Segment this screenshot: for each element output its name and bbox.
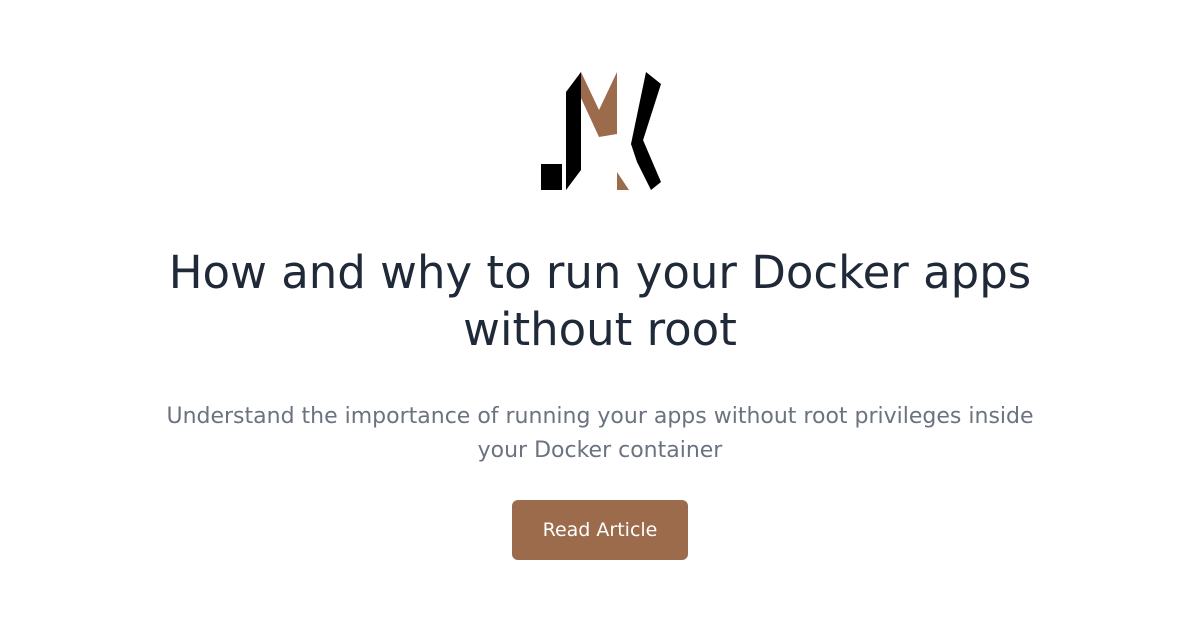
logo-m-stroke xyxy=(581,72,629,190)
article-preview-card: How and why to run your Docker apps with… xyxy=(0,0,1200,630)
logo-right-leg xyxy=(631,140,661,190)
logo-left-stroke xyxy=(566,72,581,190)
article-subtitle: Understand the importance of running you… xyxy=(166,404,1034,463)
read-article-button[interactable]: Read Article xyxy=(512,500,688,560)
jm-logo-icon xyxy=(541,72,661,190)
logo-square xyxy=(541,164,562,190)
article-title: How and why to run your Docker apps with… xyxy=(168,246,1032,356)
